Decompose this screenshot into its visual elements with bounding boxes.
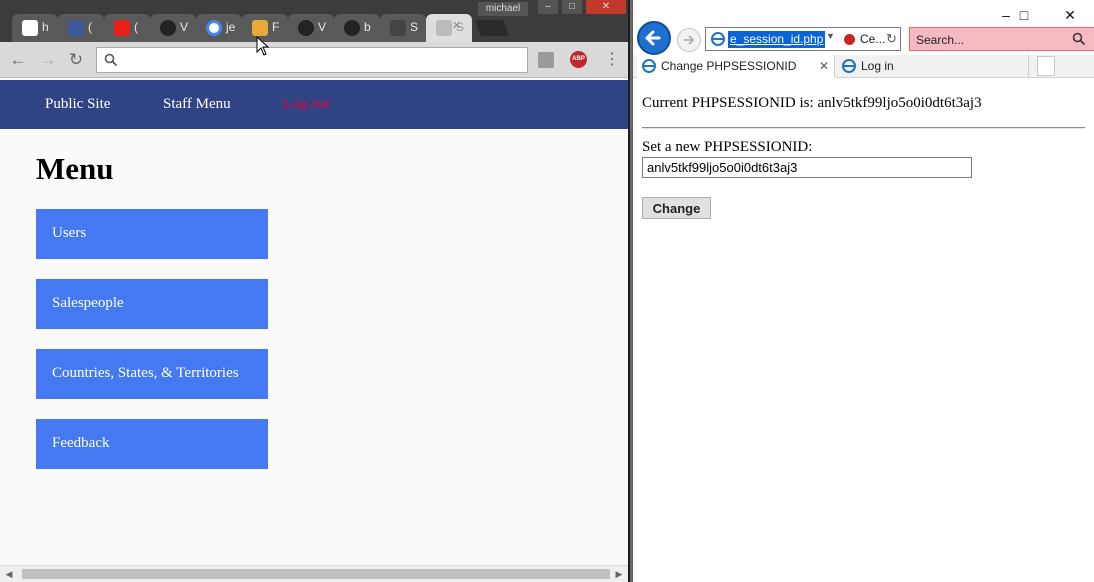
- browser-tab[interactable]: (: [104, 14, 150, 42]
- adblock-icon[interactable]: ABP: [570, 51, 587, 68]
- maximize-button[interactable]: □: [1009, 4, 1039, 26]
- address-input[interactable]: [125, 51, 521, 69]
- tab-title: F: [272, 20, 280, 34]
- tab-title: (: [134, 20, 138, 34]
- refresh-icon[interactable]: ↻: [886, 31, 897, 47]
- browser-tab-active[interactable]: S ✕: [426, 14, 472, 42]
- forward-arrow-icon: [684, 35, 695, 45]
- new-tab-button[interactable]: [475, 20, 509, 36]
- site-navbar: Public Site Staff Menu Log out: [0, 80, 628, 129]
- ie-tab-row: Change PHPSESSIONID ✕ Log in: [633, 55, 1094, 78]
- tab-title: je: [226, 20, 236, 34]
- forward-button[interactable]: [677, 28, 701, 52]
- tab-title: h: [42, 20, 49, 34]
- tab-label: Change PHPSESSIONID: [661, 59, 797, 73]
- github-icon: [344, 20, 360, 36]
- search-icon[interactable]: [1072, 32, 1086, 46]
- close-tab-icon[interactable]: ✕: [819, 55, 829, 78]
- tab-title: V: [318, 20, 327, 34]
- page-content: Menu Users Salespeople Countries, States…: [0, 129, 628, 565]
- tab-change-phpsessionid[interactable]: Change PHPSESSIONID ✕: [637, 55, 835, 78]
- ie-window: – □ ✕ e_session_id.php ▼ Ce... ↻ Search.…: [632, 0, 1094, 582]
- mouse-cursor-icon: [256, 36, 270, 56]
- ie-page-icon: [641, 58, 657, 74]
- browser-tab[interactable]: S: [380, 14, 426, 42]
- profile-button[interactable]: michael: [478, 2, 528, 16]
- tab-title: b: [364, 20, 371, 34]
- certificate-error-icon[interactable]: [844, 34, 855, 45]
- current-session-line: Current PHPSESSIONID is: anlv5tkf99ljo5o…: [642, 95, 982, 112]
- ie-title-bar: – □ ✕: [633, 0, 1094, 28]
- browser-tab[interactable]: b: [334, 14, 380, 42]
- close-window-button[interactable]: ✕: [1055, 4, 1085, 26]
- change-button[interactable]: Change: [642, 197, 711, 219]
- tab-title: V: [180, 20, 189, 34]
- back-arrow-icon: [645, 30, 661, 46]
- scroll-right-icon[interactable]: ▶: [614, 569, 624, 579]
- blank-page-icon: [436, 20, 452, 36]
- ie-page-content: Current PHPSESSIONID is: anlv5tkf99ljo5o…: [633, 79, 1094, 582]
- current-session-value: anlv5tkf99ljo5o0i0dt6t3aj3: [817, 95, 982, 111]
- blank-page-icon: [390, 20, 406, 36]
- browser-tab[interactable]: V: [288, 14, 334, 42]
- scrollbar-thumb[interactable]: [22, 569, 610, 579]
- lightbulb-icon: [252, 20, 268, 36]
- extension-icon[interactable]: [538, 52, 554, 68]
- github-icon: [160, 20, 176, 36]
- maximize-button[interactable]: □: [562, 0, 582, 14]
- divider: [642, 127, 1085, 129]
- new-session-label: Set a new PHPSESSIONID:: [642, 139, 813, 155]
- horizontal-scrollbar[interactable]: ◀ ▶: [0, 565, 628, 582]
- minimize-button[interactable]: –: [538, 0, 558, 14]
- close-icon[interactable]: ✕: [452, 19, 461, 32]
- google-icon: [206, 20, 222, 36]
- c-logo-icon: [22, 20, 38, 36]
- current-session-label: Current PHPSESSIONID is:: [642, 95, 814, 111]
- chrome-toolbar: ← → ↻ ABP ⋮: [0, 42, 628, 78]
- nav-log-out[interactable]: Log out: [283, 96, 330, 113]
- tab-label: Log in: [861, 59, 894, 73]
- tab-log-in[interactable]: Log in: [837, 55, 1029, 78]
- menu-item-countries[interactable]: Countries, States, & Territories: [36, 349, 268, 399]
- search-box[interactable]: [909, 27, 1094, 51]
- github-icon: [298, 20, 314, 36]
- nav-staff-menu[interactable]: Staff Menu: [163, 96, 231, 113]
- chevron-down-icon[interactable]: ▼: [826, 31, 835, 41]
- tab-title: (: [88, 20, 92, 34]
- menu-item-salespeople[interactable]: Salespeople: [36, 279, 268, 329]
- page-title: Menu: [36, 151, 114, 186]
- session-id-input[interactable]: [642, 157, 972, 178]
- chrome-window: h ( ( V je F V b S S ✕ michael – □ ✕ ← →…: [0, 0, 630, 582]
- omnibox[interactable]: [96, 47, 528, 73]
- facebook-icon: [68, 20, 84, 36]
- address-url[interactable]: e_session_id.php: [728, 31, 826, 48]
- youtube-icon: [114, 20, 130, 36]
- address-bar[interactable]: e_session_id.php ▼ Ce... ↻: [705, 27, 901, 51]
- browser-tab[interactable]: h: [12, 14, 58, 42]
- back-button[interactable]: ←: [8, 50, 28, 70]
- browser-tab[interactable]: V: [150, 14, 196, 42]
- menu-item-feedback[interactable]: Feedback: [36, 419, 268, 469]
- scroll-left-icon[interactable]: ◀: [4, 569, 14, 579]
- search-icon: [104, 53, 118, 67]
- back-button[interactable]: [637, 21, 671, 55]
- new-tab-button[interactable]: [1037, 56, 1055, 76]
- tab-title: S: [410, 20, 419, 34]
- browser-tab[interactable]: je: [196, 14, 242, 42]
- chrome-tab-strip: h ( ( V je F V b S S ✕ michael – □ ✕: [0, 0, 628, 42]
- search-input[interactable]: [916, 31, 1066, 48]
- more-menu-icon[interactable]: ⋮: [604, 50, 620, 70]
- nav-public-site[interactable]: Public Site: [45, 96, 110, 113]
- ie-page-icon: [710, 31, 726, 47]
- close-window-button[interactable]: ✕: [586, 0, 626, 14]
- browser-tab[interactable]: (: [58, 14, 104, 42]
- certificate-error-text[interactable]: Ce...: [860, 32, 885, 46]
- forward-button[interactable]: →: [38, 50, 58, 70]
- reload-button[interactable]: ↻: [66, 50, 86, 70]
- menu-item-users[interactable]: Users: [36, 209, 268, 259]
- ie-page-icon: [841, 58, 857, 74]
